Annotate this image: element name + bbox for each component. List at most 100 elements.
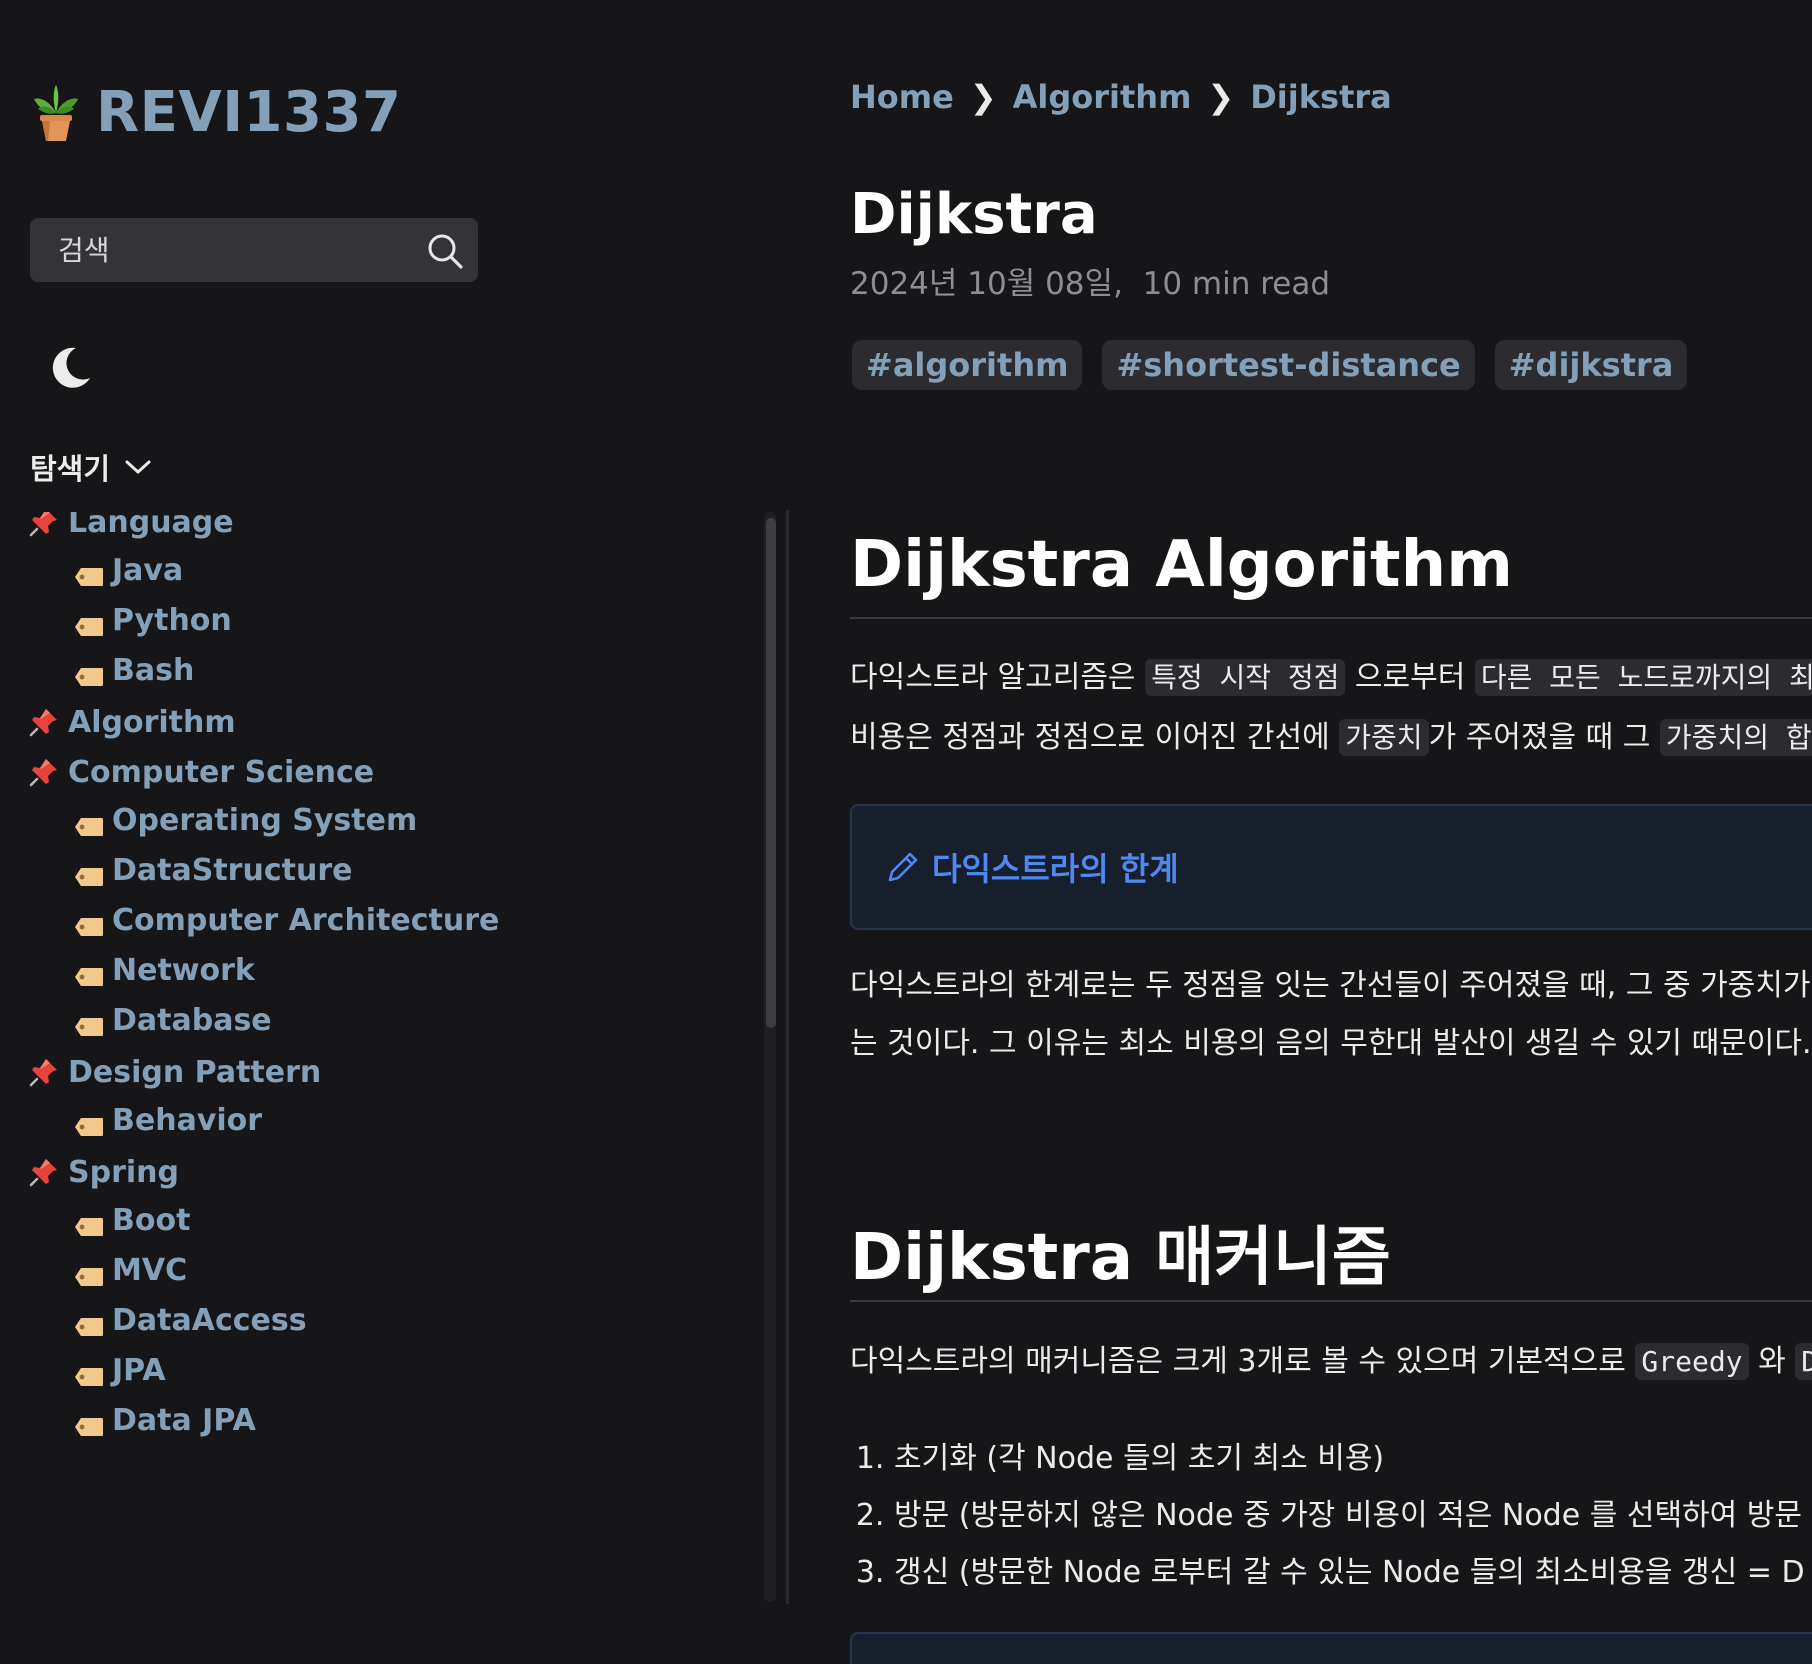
- inline-code: D: [1795, 1343, 1812, 1380]
- note-database[interactable]: Database: [74, 998, 272, 1042]
- label-tag-icon: [74, 860, 104, 886]
- read-time: 10 min read: [1142, 266, 1331, 302]
- folder-design-pattern[interactable]: Design Pattern: [28, 1050, 321, 1094]
- text-run: 와: [1748, 1344, 1796, 1379]
- folder-label: Design Pattern: [68, 1054, 322, 1090]
- search-icon[interactable]: [426, 232, 464, 270]
- inline-code: 가중치: [1339, 719, 1429, 756]
- pin-icon: [28, 756, 60, 788]
- note-datastructure[interactable]: DataStructure: [74, 848, 352, 892]
- meta-separator: ,: [1113, 266, 1143, 302]
- text-run: 으로부터: [1345, 660, 1475, 695]
- label-tag-icon: [74, 610, 104, 636]
- note-label: DataStructure: [112, 852, 353, 888]
- potted-plant-icon: [34, 84, 78, 141]
- note-operating-system[interactable]: Operating System: [74, 798, 417, 842]
- note-data-jpa[interactable]: Data JPA: [74, 1398, 256, 1442]
- folder-label: Spring: [68, 1154, 179, 1190]
- folder-computer-science[interactable]: Computer Science: [28, 750, 374, 794]
- note-label: Boot: [112, 1202, 191, 1238]
- note-label: Behavior: [112, 1102, 263, 1138]
- label-tag-icon: [74, 1210, 104, 1236]
- breadcrumb-algorithm[interactable]: Algorithm: [1013, 78, 1192, 116]
- label-tag-icon: [74, 1010, 104, 1036]
- note-label: DataAccess: [112, 1302, 307, 1338]
- note-computer-architecture[interactable]: Computer Architecture: [74, 898, 499, 942]
- note-label: Network: [112, 952, 255, 988]
- folder-label: Language: [68, 512, 234, 540]
- tag-algorithm[interactable]: #algorithm: [852, 340, 1083, 390]
- callout-title-text: 다익스트라의 한계: [932, 850, 1179, 888]
- heading-divider: [850, 1300, 1812, 1302]
- label-tag-icon: [74, 1260, 104, 1286]
- note-boot[interactable]: Boot: [74, 1198, 190, 1242]
- mechanism-steps-list: 초기화 (각 Node 들의 초기 최소 비용) 방문 (방문하지 않은 Nod…: [850, 1430, 1805, 1601]
- note-jpa[interactable]: JPA: [74, 1348, 166, 1392]
- note-network[interactable]: Network: [74, 948, 255, 992]
- note-bash[interactable]: Bash: [74, 648, 194, 692]
- note-label: MVC: [112, 1252, 188, 1288]
- breadcrumb-home[interactable]: Home: [850, 78, 954, 116]
- note-python[interactable]: Python: [74, 598, 232, 642]
- article-meta: 2024년 10월 08일, 10 min read: [850, 258, 1330, 303]
- note-behavior[interactable]: Behavior: [74, 1098, 262, 1142]
- pin-icon: [28, 512, 60, 538]
- note-label: Computer Architecture: [112, 902, 500, 938]
- heading-divider: [850, 617, 1812, 619]
- dark-mode-toggle-moon-icon[interactable]: [46, 344, 94, 392]
- folder-algorithm[interactable]: Algorithm: [28, 700, 236, 744]
- note-label: Python: [112, 602, 232, 638]
- sidebar: REVI1337 탐색기 Language Java Python Bash Algor…: [0, 0, 790, 1664]
- pin-icon: [28, 706, 60, 738]
- folder-language[interactable]: Language: [28, 512, 234, 544]
- scrollbar-thumb[interactable]: [766, 518, 776, 1028]
- tag-dijkstra[interactable]: #dijkstra: [1494, 340, 1688, 390]
- explorer-toggle[interactable]: 탐색기: [30, 446, 152, 488]
- text-run: 비용은 정점과 정점으로 이어진 간선에: [850, 720, 1340, 755]
- explorer-scrollbar[interactable]: [764, 512, 776, 1602]
- tag-shortest-distance[interactable]: #shortest-distance: [1102, 340, 1475, 390]
- tag-list: #algorithm #shortest-distance #dijkstra: [852, 340, 1707, 390]
- page-title: Dijkstra: [850, 182, 1098, 247]
- article-date: 2024년 10월 08일: [850, 266, 1114, 302]
- callout-box[interactable]: 다익스트라의 한계: [850, 804, 1812, 930]
- note-label: Java: [112, 552, 184, 588]
- note-label: Operating System: [112, 802, 418, 838]
- text-run: 다익스트라 알고리즘은: [850, 660, 1146, 695]
- text-run: 다익스트라의 매커니즘은 크게 3개로 볼 수 있으며 기본적으로: [850, 1344, 1636, 1379]
- search-input[interactable]: [58, 218, 418, 282]
- label-tag-icon: [74, 560, 104, 586]
- list-item: 갱신 (방문한 Node 로부터 갈 수 있는 Node 들의 최소비용을 갱신…: [894, 1544, 1805, 1601]
- breadcrumb: Home ❯ Algorithm ❯ Dijkstra: [850, 78, 1392, 116]
- note-java[interactable]: Java: [74, 548, 183, 592]
- note-label: Data JPA: [112, 1402, 256, 1438]
- explorer-title: 탐색기: [30, 452, 111, 486]
- callout-title: 다익스트라의 한계: [886, 844, 1179, 890]
- inline-code: 가중치의 합이: [1659, 719, 1812, 756]
- search-box[interactable]: [30, 218, 478, 282]
- chevron-down-icon: [125, 460, 151, 474]
- chevron-right-icon: ❯: [1207, 78, 1235, 116]
- section-heading-dijkstra-mechanism: Dijkstra 매커니즘: [850, 1221, 1391, 1295]
- paragraph: 다익스트라 알고리즘은 특정 시작 정점 으로부터 다른 모든 노드로까지의 최…: [850, 656, 1812, 700]
- sidebar-divider: [786, 510, 789, 1604]
- label-tag-icon: [74, 1110, 104, 1136]
- label-tag-icon: [74, 660, 104, 686]
- folder-label: Algorithm: [68, 704, 236, 740]
- note-mvc[interactable]: MVC: [74, 1248, 187, 1292]
- section-heading-dijkstra-algorithm: Dijkstra Algorithm: [850, 528, 1513, 602]
- text-run: 가 주어졌을 때 그: [1428, 720, 1660, 755]
- label-tag-icon: [74, 1360, 104, 1386]
- callout-box[interactable]: [850, 1632, 1812, 1664]
- label-tag-icon: [74, 810, 104, 836]
- paragraph: 비용은 정점과 정점으로 이어진 간선에 가중치 가 주어졌을 때 그 가중치의 …: [850, 716, 1812, 760]
- list-item: 초기화 (각 Node 들의 초기 최소 비용): [894, 1430, 1805, 1487]
- label-tag-icon: [74, 910, 104, 936]
- breadcrumb-current[interactable]: Dijkstra: [1250, 78, 1392, 116]
- tree-fade-overlay: [28, 1512, 758, 1602]
- note-dataaccess[interactable]: DataAccess: [74, 1298, 307, 1342]
- article-main: Home ❯ Algorithm ❯ Dijkstra Dijkstra 202…: [850, 0, 1812, 1664]
- site-logo[interactable]: REVI1337: [30, 80, 401, 145]
- folder-spring[interactable]: Spring: [28, 1150, 179, 1194]
- pin-icon: [28, 1056, 60, 1088]
